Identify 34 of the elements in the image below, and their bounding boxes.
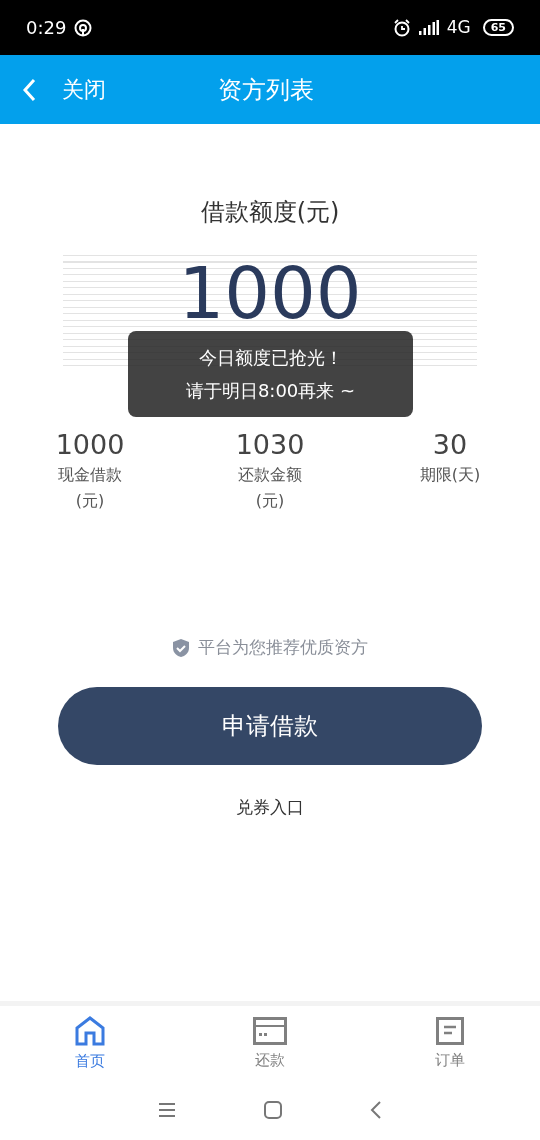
- shield-icon: [172, 637, 190, 658]
- coupon-link[interactable]: 兑券入口: [236, 794, 304, 820]
- page-title: 资方列表: [218, 74, 314, 106]
- home-button-icon[interactable]: [264, 1100, 282, 1119]
- quota-amount: 1000: [178, 257, 362, 329]
- signal-icon: [418, 19, 439, 36]
- stat-unit: (元): [255, 490, 285, 512]
- hotspot-icon: [74, 18, 93, 37]
- stat-label: 期限(天): [419, 464, 481, 486]
- stat-label: 还款金额: [238, 464, 302, 486]
- home-icon: [74, 1016, 106, 1047]
- clock: 0:29: [26, 16, 67, 40]
- apply-button[interactable]: 申请借款: [58, 686, 482, 765]
- nav-tab[interactable]: 还款: [180, 1006, 360, 1083]
- card-icon: [253, 1017, 287, 1046]
- battery-indicator: 65: [482, 19, 514, 36]
- menu-icon[interactable]: [158, 1102, 176, 1117]
- nav-tab[interactable]: 订单: [360, 1006, 540, 1083]
- recommendation-note: 平台为您推荐优质资方: [198, 636, 368, 659]
- back-icon: [22, 77, 36, 102]
- document-icon: [436, 1017, 464, 1046]
- stat-value: 30: [432, 429, 468, 461]
- stat-value: 1000: [55, 429, 125, 461]
- stat-label: 现金借款: [58, 464, 122, 486]
- network-label: 4G: [446, 15, 471, 39]
- toast-message: 今日额度已抢光！: [198, 346, 343, 370]
- toast-message: 请于明日8:00再来 ~: [185, 379, 356, 403]
- quota-title: 借款额度(元): [200, 197, 340, 228]
- back-icon[interactable]: [370, 1100, 382, 1119]
- stat-unit: (元): [75, 490, 105, 512]
- stat-value: 1030: [235, 429, 305, 461]
- back-button[interactable]: 关闭: [0, 73, 106, 106]
- nav-tab[interactable]: 首页: [0, 1006, 180, 1083]
- alarm-icon: [392, 18, 411, 37]
